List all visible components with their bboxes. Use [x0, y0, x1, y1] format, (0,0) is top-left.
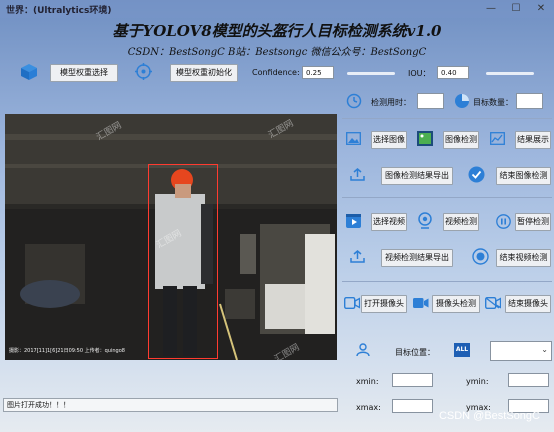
iou-slider[interactable]	[486, 72, 534, 75]
export-video-result-button[interactable]: 视频检测结果导出	[381, 249, 453, 267]
ymin-field	[508, 373, 549, 387]
window-title: 世界：(Ultralytics环境)	[6, 6, 112, 16]
window-titlebar: 世界：(Ultralytics环境) — ☐ ✕	[0, 0, 554, 18]
count-value-field	[516, 93, 543, 109]
maximize-icon[interactable]: ☐	[505, 2, 527, 16]
camera-detect-button[interactable]: 摄像头检测	[432, 295, 480, 313]
pause-icon	[496, 214, 511, 232]
stop-circle-icon	[472, 248, 489, 268]
clock-icon	[346, 93, 362, 112]
pause-detect-button[interactable]: 暂停检测	[515, 213, 551, 231]
model-select-button[interactable]: 模型权重选择	[50, 64, 118, 82]
upload-icon	[350, 168, 365, 184]
check-circle-icon	[468, 166, 485, 186]
show-result-button[interactable]: 结果展示	[515, 131, 551, 149]
time-label: 检测用时：	[371, 98, 411, 107]
image-icon	[346, 132, 361, 148]
export-image-result-button[interactable]: 图像检测结果导出	[381, 167, 453, 185]
model-init-button[interactable]: 模型权重初始化	[170, 64, 238, 82]
confidence-spinbox[interactable]: 0.25	[302, 66, 334, 79]
camera-off-icon	[484, 296, 502, 312]
xmin-field	[392, 373, 433, 387]
iou-spinbox[interactable]: 0.40	[437, 66, 469, 79]
status-bar: 图片打开成功！！！	[3, 398, 338, 412]
divider	[342, 281, 552, 282]
select-video-button[interactable]: 选择视频	[371, 213, 407, 231]
count-label: 目标数量：	[473, 98, 513, 107]
person-icon	[356, 343, 370, 360]
end-camera-button[interactable]: 结束摄像头	[505, 295, 551, 313]
xmax-label: xmax:	[356, 403, 381, 412]
chart-line-icon	[490, 132, 505, 148]
image-detect-icon	[417, 131, 433, 149]
select-image-button[interactable]: 选择图像	[371, 131, 407, 149]
divider	[342, 118, 552, 119]
confidence-label: Confidence:	[252, 68, 300, 77]
target-icon	[135, 63, 152, 83]
image-display: 摄影：2017[11]1[6]21日09:50 上传者：quingo8 汇图网 …	[5, 114, 337, 360]
iou-label: IOU：	[408, 69, 431, 78]
xmin-label: xmin:	[356, 377, 379, 386]
xmax-field	[392, 399, 433, 413]
end-image-detect-button[interactable]: 结束图像检测	[496, 167, 551, 185]
csdn-watermark: CSDN @BestSongC	[438, 410, 540, 422]
target-select[interactable]: ⌄	[490, 341, 552, 361]
detection-box	[148, 164, 218, 359]
confidence-slider[interactable]	[347, 72, 395, 75]
image-detect-button[interactable]: 图像检测	[443, 131, 479, 149]
app-title: 基于YOLOV8模型的头盔行人目标检测系统v1.0	[112, 22, 442, 40]
video-icon	[346, 214, 361, 231]
divider	[342, 197, 552, 198]
cube-icon	[20, 63, 38, 84]
time-value-field	[417, 93, 444, 109]
all-badge-icon: ALL	[454, 343, 470, 357]
camera-detect-icon	[413, 297, 429, 312]
video-detect-button[interactable]: 视频检测	[443, 213, 479, 231]
target-position-label: 目标位置：	[395, 348, 435, 357]
minimize-icon[interactable]: —	[480, 2, 502, 16]
camera-icon	[343, 296, 361, 312]
end-video-detect-button[interactable]: 结束视频检测	[496, 249, 551, 267]
chevron-down-icon: ⌄	[541, 345, 548, 354]
ymin-label: ymin:	[466, 377, 489, 386]
open-camera-button[interactable]: 打开摄像头	[361, 295, 407, 313]
close-icon[interactable]: ✕	[530, 2, 552, 16]
webcam-icon	[417, 212, 433, 232]
app-subtitle: CSDN：BestSongC B站：Bestsongc 微信公众号：BestSo…	[127, 47, 427, 58]
upload-icon	[350, 250, 365, 266]
image-caption: 摄影：2017[11]1[6]21日09:50 上传者：quingo8	[9, 348, 125, 354]
pie-icon	[454, 93, 470, 112]
